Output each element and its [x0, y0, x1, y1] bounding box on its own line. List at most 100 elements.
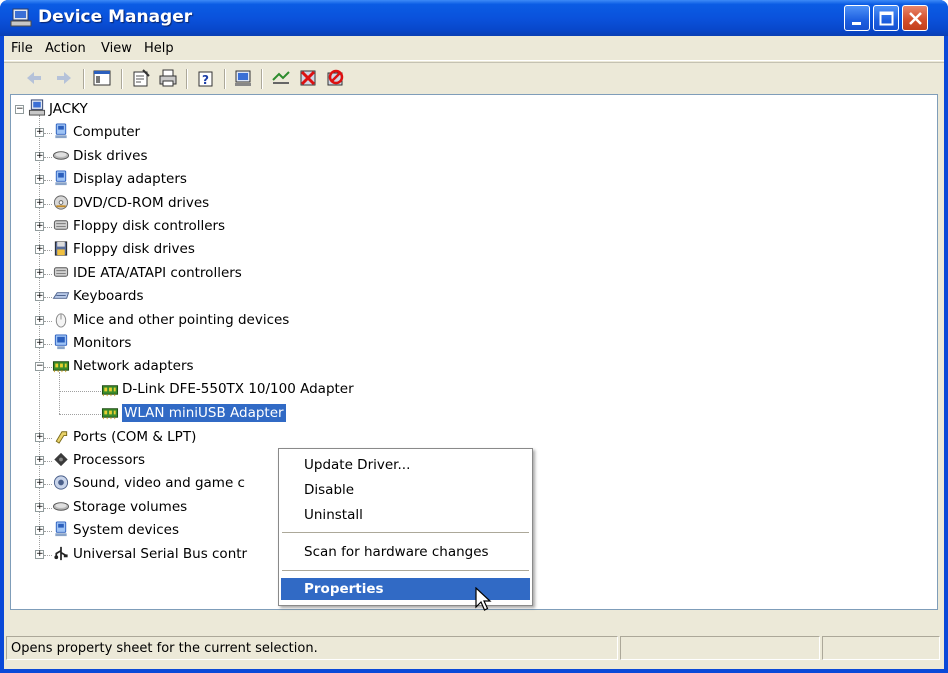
collapse-toggle[interactable]: −: [35, 362, 44, 372]
minimize-button[interactable]: [844, 5, 870, 31]
tree-line: [44, 461, 52, 462]
tree-item-ide-ata-atapi-controllers[interactable]: + IDE ATA/ATAPI controllers: [11, 263, 611, 285]
toolbar-separator: [224, 69, 226, 89]
window-client: File Action View Help ? − JACKY + Computer +…: [4, 36, 944, 669]
tree-item-keyboards[interactable]: + Keyboards: [11, 286, 611, 308]
tree-item-label: Sound, video and game c: [73, 475, 245, 492]
menu-help[interactable]: Help: [144, 41, 174, 56]
minimize-icon: [852, 22, 861, 25]
collapse-toggle[interactable]: −: [15, 105, 24, 114]
scan-hardware-icon[interactable]: [233, 68, 253, 88]
tree-line: [44, 297, 52, 299]
root-computer-icon: [28, 99, 46, 116]
expand-toggle[interactable]: +: [35, 151, 44, 161]
device-manager-window: Device Manager File Action View Help ? −…: [0, 0, 948, 673]
tree-item-display-adapters[interactable]: + Display adapters: [11, 169, 611, 191]
menu-update-driver[interactable]: Update Driver...: [281, 454, 530, 476]
tree-item-ports-com-lpt-[interactable]: + Ports (COM & LPT): [11, 427, 611, 449]
tree-item-monitors[interactable]: + Monitors: [11, 333, 611, 355]
expand-toggle[interactable]: +: [35, 315, 44, 325]
menu-uninstall[interactable]: Uninstall: [281, 504, 530, 526]
back-arrow-icon[interactable]: [24, 68, 44, 88]
expand-toggle[interactable]: +: [35, 292, 44, 302]
close-button[interactable]: [902, 5, 928, 31]
tree-device-1[interactable]: WLAN miniUSB Adapter: [11, 403, 611, 425]
menu-scan-hardware[interactable]: Scan for hardware changes: [281, 541, 530, 563]
cdrom-icon: [53, 195, 69, 210]
tree-line: [59, 372, 60, 415]
keyboard-icon: [52, 292, 70, 299]
processor-icon: [54, 452, 68, 467]
help-icon[interactable]: ?: [196, 68, 216, 88]
device-manager-icon: [10, 8, 32, 27]
menu-action[interactable]: Action: [45, 41, 86, 56]
tree-item-disk-drives[interactable]: + Disk drives: [11, 146, 611, 168]
tree-item-label: Network adapters: [73, 358, 194, 375]
update-driver-icon[interactable]: [271, 68, 291, 88]
context-menu-separator: [282, 532, 529, 533]
port-icon: [55, 430, 68, 444]
tree-line: [44, 507, 52, 509]
tree-item-label: DVD/CD-ROM drives: [73, 194, 210, 211]
expand-toggle[interactable]: +: [35, 128, 44, 138]
forward-arrow-icon[interactable]: [54, 68, 74, 88]
expand-toggle[interactable]: +: [35, 432, 44, 442]
tree-line: [44, 320, 52, 322]
floppy-icon: [54, 241, 68, 256]
expand-toggle[interactable]: +: [35, 339, 44, 348]
expand-toggle[interactable]: +: [35, 526, 44, 536]
tree-line: [59, 390, 101, 392]
tree-line: [44, 156, 52, 158]
tree-item-mice-and-other-pointing-devices[interactable]: + Mice and other pointing devices: [11, 310, 611, 332]
selected-device-label: WLAN miniUSB Adapter: [122, 404, 286, 423]
tree-item-computer[interactable]: + Computer: [11, 122, 611, 144]
expand-toggle[interactable]: +: [35, 175, 44, 185]
window-title: Device Manager: [38, 7, 193, 27]
expand-toggle[interactable]: +: [35, 502, 44, 512]
controller-icon: [53, 220, 69, 230]
mouse-icon: [55, 312, 67, 328]
status-bar: Opens property sheet for the current sel…: [4, 633, 944, 663]
display-adapter-icon: [55, 170, 67, 186]
expand-toggle[interactable]: +: [35, 479, 44, 489]
title-bar[interactable]: Device Manager: [0, 0, 948, 36]
console-tree-icon[interactable]: [92, 68, 112, 88]
svg-text:?: ?: [202, 73, 209, 87]
expand-toggle[interactable]: +: [35, 198, 44, 208]
print-icon[interactable]: [158, 68, 178, 88]
tree-line: [44, 344, 52, 345]
tree-line: [44, 250, 52, 252]
menu-disable[interactable]: Disable: [281, 479, 530, 501]
tree-item-dvd-cd-rom-drives[interactable]: + DVD/CD-ROM drives: [11, 193, 611, 215]
disk-drive-icon: [52, 151, 70, 160]
maximize-button[interactable]: [873, 5, 899, 31]
maximize-icon: [879, 11, 894, 26]
toolbar-separator: [121, 69, 123, 89]
tree-item-network-adapters[interactable]: − Network adapters: [11, 356, 611, 378]
tree-device-0[interactable]: D-Link DFE-550TX 10/100 Adapter: [11, 380, 611, 402]
tree-item-label: Display adapters: [73, 171, 187, 188]
menu-view[interactable]: View: [101, 41, 132, 56]
tree-item-floppy-disk-controllers[interactable]: + Floppy disk controllers: [11, 216, 611, 238]
expand-toggle[interactable]: +: [35, 549, 44, 559]
toolbar-separator: [261, 69, 263, 89]
properties-icon[interactable]: [131, 68, 151, 88]
tree-item-label: Mice and other pointing devices: [73, 311, 290, 328]
uninstall-icon[interactable]: [298, 68, 318, 88]
expand-toggle[interactable]: +: [35, 245, 44, 255]
monitor-icon: [54, 334, 68, 350]
tree-root[interactable]: − JACKY: [11, 99, 611, 121]
network-card-icon: [101, 408, 119, 420]
tree-item-label: IDE ATA/ATAPI controllers: [73, 264, 242, 281]
tree-item-floppy-disk-drives[interactable]: + Floppy disk drives: [11, 239, 611, 261]
expand-toggle[interactable]: +: [35, 222, 44, 231]
tree-line: [44, 484, 52, 486]
expand-toggle[interactable]: +: [35, 456, 44, 465]
disable-icon[interactable]: [325, 68, 345, 88]
expand-toggle[interactable]: +: [35, 268, 44, 278]
context-menu-separator: [282, 570, 529, 571]
tree-line: [44, 273, 52, 275]
tree-line: [44, 437, 52, 439]
menu-file[interactable]: File: [11, 41, 33, 56]
tree-line: [44, 367, 52, 369]
